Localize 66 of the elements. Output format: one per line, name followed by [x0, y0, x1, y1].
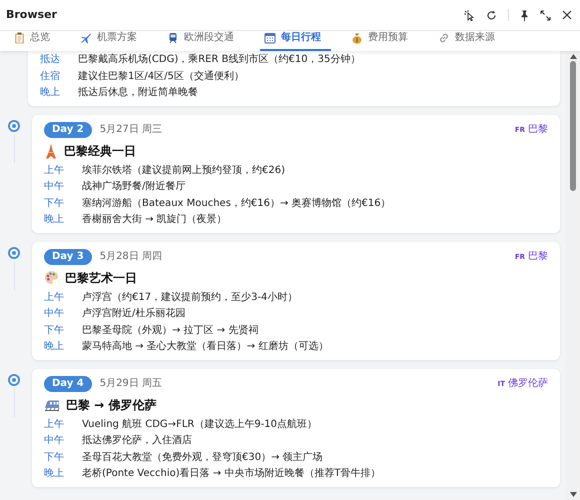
activity-text: 卢浮宫附近/杜乐丽花园 — [82, 307, 186, 322]
timeline-dot-icon — [8, 246, 20, 258]
day-badge: Day 4 — [44, 376, 92, 392]
scroll-up-icon[interactable] — [570, 54, 576, 59]
activity-text: 战神广场野餐/附近餐厅 — [82, 180, 186, 194]
activity-text: 抵达佛罗伦萨，入住酒店 — [82, 434, 192, 448]
time-label: 下午 — [44, 324, 65, 338]
date-text: 5月27日 周三 — [100, 122, 163, 136]
time-label: 晚上 — [44, 213, 65, 228]
day-title: 巴黎 → 佛罗伦萨 — [66, 396, 156, 412]
day-title: 巴黎经典一日 — [64, 142, 136, 158]
day-badge: Day 2 — [44, 122, 92, 138]
cursor-icon[interactable] — [464, 10, 475, 20]
tab[interactable]: 数据来源 — [434, 31, 505, 51]
time-label: 晚上 — [44, 340, 65, 354]
link-icon — [438, 32, 450, 44]
activity-text: 香榭丽舍大街 → 凯旋门（夜景） — [82, 213, 227, 228]
day-title: 巴黎艺术一日 — [65, 270, 137, 286]
activity-text: 塞纳河游船（Bateaux Mouches，约€16）→ 奥赛博物馆（约€16） — [82, 196, 391, 211]
time-label: 中午 — [44, 434, 65, 448]
close-icon[interactable] — [562, 10, 572, 20]
time-label: 下午 — [44, 450, 65, 465]
activity-text: 蒙马特高地 → 圣心大教堂（看日落）→ 红磨坊（可选） — [82, 340, 328, 354]
activity-text: Vueling 航班 CDG→FLR（建议选上午9-10点航班） — [82, 418, 318, 432]
palette-icon — [44, 270, 59, 285]
time-label: 中午 — [44, 307, 65, 322]
activity-text: 抵达后休息，附近简单晚餐 — [78, 86, 198, 100]
date-text: 5月28日 周四 — [100, 250, 163, 264]
train-icon — [44, 398, 60, 412]
date-text: 5月29日 周五 — [100, 376, 163, 390]
day-badge: Day 3 — [44, 248, 92, 264]
time-label: 上午 — [44, 418, 65, 432]
time-label: 晚上 — [44, 467, 65, 482]
pin-icon[interactable] — [520, 10, 529, 20]
time-label: 抵达 — [40, 53, 61, 68]
activity-text: 巴黎戴高乐机场(CDG)，乘RER B线到市区（约€10，35分钟） — [78, 53, 360, 68]
timeline-dot-icon — [8, 120, 20, 132]
city-label: 巴黎 — [528, 250, 548, 264]
time-label: 下午 — [44, 196, 65, 211]
tab[interactable]: 机票方案 — [76, 31, 147, 51]
train-icon — [167, 32, 179, 44]
tab[interactable]: 欧洲段交通 — [163, 31, 244, 51]
activity-text: 埃菲尔铁塔（建议提前网上预约登顶，约€26) — [82, 164, 285, 178]
time-label: 上午 — [44, 164, 65, 178]
refresh-icon[interactable] — [486, 10, 497, 20]
activity-text: 圣母百花大教堂（免费外观，登穹顶€30）→ 领主广场 — [82, 450, 323, 465]
window-title: Browser — [6, 8, 58, 22]
airplane-icon — [80, 32, 92, 44]
scrollbar[interactable] — [566, 51, 580, 500]
time-label: 中午 — [44, 180, 65, 194]
scroll-down-icon[interactable] — [570, 492, 576, 497]
activity-text: 建议住巴黎1区/4区/5区（交通便利） — [78, 70, 244, 84]
time-label: 晚上 — [40, 86, 61, 100]
time-label: 上午 — [44, 290, 65, 305]
activity-text: 巴黎圣母院（外观）→ 拉丁区 → 先贤祠 — [82, 324, 258, 338]
timeline-dot-icon — [8, 374, 20, 386]
activity-text: 卢浮宫（约€17，建议提前预约，至少3-4小时） — [82, 290, 298, 305]
city-label: 佛罗伦萨 — [508, 376, 548, 390]
activity-text: 老桥(Ponte Vecchio)看日落 → 中央市场附近晚餐（推荐T骨牛排） — [82, 467, 380, 482]
expand-icon[interactable] — [540, 10, 551, 20]
money-bag-icon — [351, 32, 363, 44]
tower-icon — [44, 142, 58, 158]
time-label: 住宿 — [40, 70, 61, 84]
tab[interactable]: 费用预算 — [347, 31, 418, 51]
tab[interactable]: 总览 — [10, 31, 60, 51]
city-label: 巴黎 — [528, 122, 548, 136]
